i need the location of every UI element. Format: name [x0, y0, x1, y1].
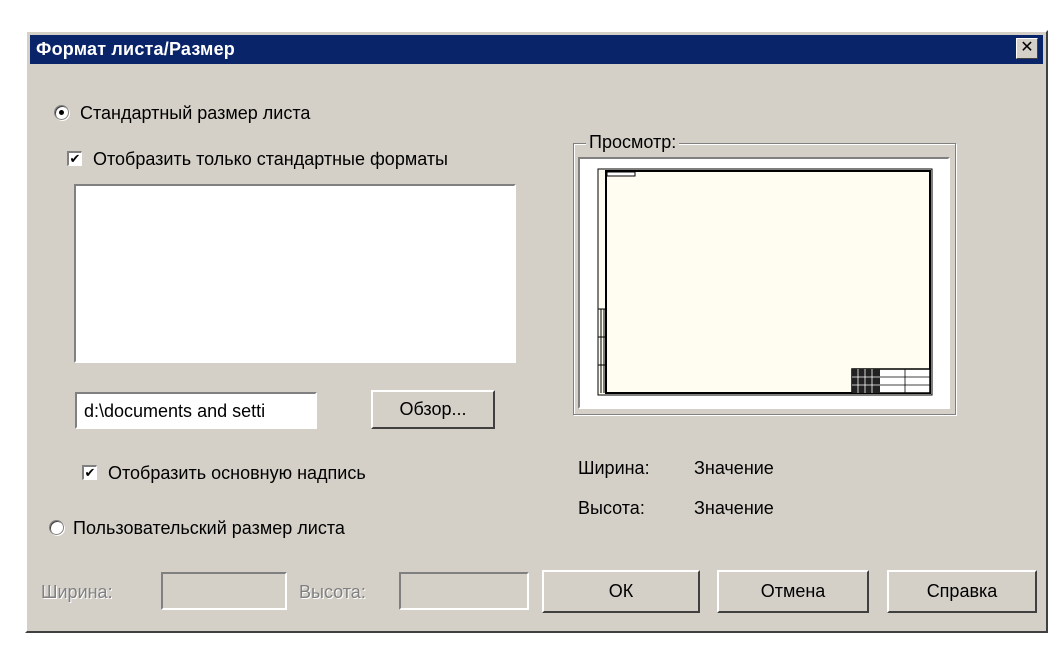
- custom-size-radio-label: Пользовательский размер листа: [73, 518, 345, 538]
- close-icon: ✕: [1020, 39, 1034, 56]
- custom-width-label: Ширина:: [41, 582, 113, 602]
- window-title: Формат листа/Размер: [36, 39, 235, 59]
- preview-width-label: Ширина:: [578, 458, 650, 478]
- custom-height-label: Высота:: [299, 582, 366, 602]
- help-button[interactable]: Справка: [887, 570, 1037, 613]
- cancel-button-label: Отмена: [760, 581, 826, 601]
- formats-list[interactable]: [74, 184, 516, 363]
- checkmark-icon[interactable]: ✔: [82, 465, 97, 480]
- checkmark-icon[interactable]: ✔: [67, 151, 82, 166]
- title-bar: Формат листа/Размер ✕: [30, 35, 1043, 64]
- standard-size-radio-indicator[interactable]: [54, 105, 69, 120]
- preview-height-value: Значение: [694, 498, 774, 518]
- preview-width-value: Значение: [694, 458, 774, 478]
- ok-button-label: ОК: [608, 581, 634, 601]
- preview-group-title: Просмотр:: [586, 132, 680, 153]
- custom-width-input[interactable]: [161, 572, 287, 610]
- show-title-block-label: Отобразить основную надпись: [108, 463, 366, 483]
- template-path-value: d:\documents and setti: [84, 401, 266, 421]
- sheet-corner-stamp: [606, 171, 636, 177]
- page-format-dialog: Формат листа/Размер ✕ Стандартный размер…: [25, 30, 1048, 633]
- only-standard-formats-label: Отобразить только стандартные форматы: [93, 149, 448, 169]
- preview-pane: [578, 157, 950, 409]
- close-button[interactable]: ✕: [1016, 38, 1038, 59]
- custom-height-input[interactable]: [399, 572, 529, 610]
- preview-height-label: Высота:: [578, 498, 645, 518]
- browse-button-label: Обзор...: [399, 399, 467, 419]
- ok-button[interactable]: ОК: [542, 570, 700, 613]
- sheet-preview-drawing: [597, 168, 933, 396]
- cancel-button[interactable]: Отмена: [717, 570, 869, 613]
- sheet-outer: [597, 168, 933, 396]
- help-button-label: Справка: [926, 581, 998, 601]
- standard-size-radio-label: Стандартный размер листа: [80, 103, 311, 123]
- radio-selected-dot: [59, 110, 64, 115]
- custom-size-radio-indicator[interactable]: [49, 520, 64, 535]
- title-block-thumbnail: [851, 368, 931, 394]
- browse-button[interactable]: Обзор...: [371, 390, 495, 429]
- template-path-input[interactable]: d:\documents and setti: [75, 392, 317, 429]
